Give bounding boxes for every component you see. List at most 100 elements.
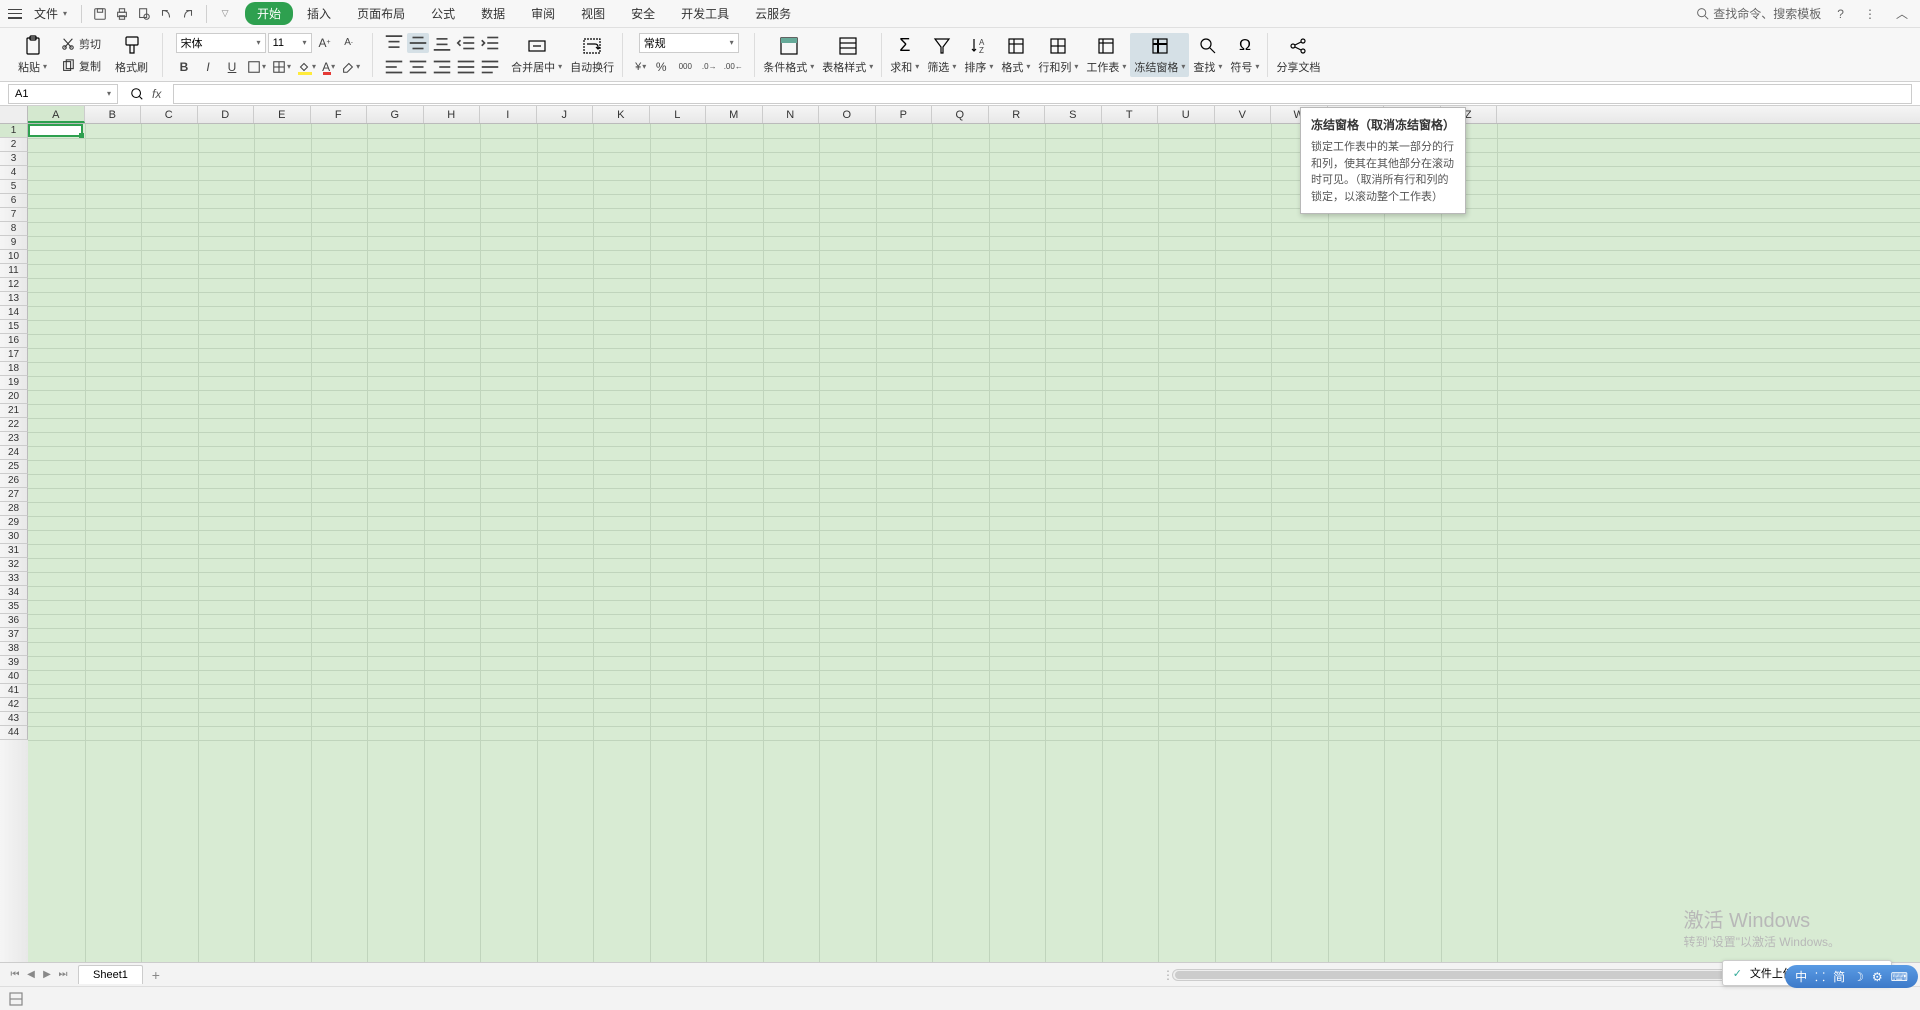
justify-icon[interactable] <box>455 57 477 77</box>
number-format-combo[interactable]: 常规▾ <box>639 33 739 53</box>
sheet-next-icon[interactable]: ▶ <box>40 968 54 982</box>
clear-button[interactable]: ▾ <box>339 57 362 77</box>
column-header[interactable]: S <box>1045 106 1102 123</box>
tab-formulas[interactable]: 公式 <box>419 1 467 26</box>
format-button[interactable]: 格式▾ <box>997 33 1034 77</box>
redo-icon[interactable] <box>178 4 198 24</box>
sheet-last-icon[interactable]: ⏭ <box>56 968 70 982</box>
decrease-decimal-icon[interactable]: .00← <box>722 57 744 77</box>
row-header[interactable]: 22 <box>0 418 28 432</box>
tab-review[interactable]: 审阅 <box>519 1 567 26</box>
row-header[interactable]: 16 <box>0 334 28 348</box>
row-header[interactable]: 40 <box>0 670 28 684</box>
distribute-icon[interactable] <box>479 57 501 77</box>
formula-input[interactable] <box>173 84 1912 104</box>
sheet-first-icon[interactable]: ⏮ <box>8 968 22 982</box>
ime-bar[interactable]: 中 ⸬ 简 ☽ ⚙ ⌨ <box>1785 965 1918 988</box>
row-header[interactable]: 13 <box>0 292 28 306</box>
tab-data[interactable]: 数据 <box>469 1 517 26</box>
sort-button[interactable]: AZ 排序▾ <box>960 33 997 77</box>
row-header[interactable]: 29 <box>0 516 28 530</box>
column-header[interactable]: E <box>254 106 311 123</box>
ime-moon-icon[interactable]: ☽ <box>1853 970 1864 984</box>
share-button[interactable]: 分享文档 <box>1272 33 1324 77</box>
row-header[interactable]: 18 <box>0 362 28 376</box>
ime-simp[interactable]: 简 <box>1833 968 1845 985</box>
ime-keyboard-icon[interactable]: ⌨ <box>1891 970 1908 984</box>
row-header[interactable]: 39 <box>0 656 28 670</box>
row-header[interactable]: 43 <box>0 712 28 726</box>
column-header[interactable]: D <box>198 106 255 123</box>
print-preview-icon[interactable] <box>134 4 154 24</box>
cut-button[interactable]: 剪切 <box>55 34 107 54</box>
copy-button[interactable]: 复制 <box>55 56 107 76</box>
add-sheet-button[interactable]: + <box>147 966 165 984</box>
column-header[interactable]: U <box>1158 106 1215 123</box>
ime-lang[interactable]: 中 <box>1795 968 1807 985</box>
tab-view[interactable]: 视图 <box>569 1 617 26</box>
row-header[interactable]: 1 <box>0 124 28 138</box>
row-header[interactable]: 26 <box>0 474 28 488</box>
row-header[interactable]: 7 <box>0 208 28 222</box>
font-name-combo[interactable]: 宋体▾ <box>176 33 266 53</box>
row-header[interactable]: 38 <box>0 642 28 656</box>
column-header[interactable]: O <box>819 106 876 123</box>
underline-button[interactable]: U <box>221 57 243 77</box>
column-header[interactable]: F <box>311 106 368 123</box>
row-header[interactable]: 33 <box>0 572 28 586</box>
column-header[interactable]: R <box>989 106 1046 123</box>
column-header[interactable]: K <box>593 106 650 123</box>
filter-button[interactable]: 筛选▾ <box>923 33 960 77</box>
row-header[interactable]: 9 <box>0 236 28 250</box>
wrap-text-button[interactable]: 自动换行 <box>566 33 618 77</box>
more-icon[interactable]: ⋮ <box>1860 7 1880 21</box>
ime-gear-icon[interactable]: ⚙ <box>1872 970 1883 984</box>
column-header[interactable]: M <box>706 106 763 123</box>
row-header[interactable]: 14 <box>0 306 28 320</box>
row-header[interactable]: 42 <box>0 698 28 712</box>
cell-style-button[interactable]: ▾ <box>270 57 293 77</box>
tab-home[interactable]: 开始 <box>245 2 293 25</box>
merge-center-button[interactable]: 合并居中▾ <box>507 33 566 77</box>
row-header[interactable]: 17 <box>0 348 28 362</box>
font-color-button[interactable]: A▾ <box>320 57 337 77</box>
tab-developer[interactable]: 开发工具 <box>669 1 741 26</box>
row-col-button[interactable]: 行和列▾ <box>1034 33 1082 77</box>
conditional-format-button[interactable]: 条件格式▾ <box>759 33 818 77</box>
border-button[interactable]: ▾ <box>245 57 268 77</box>
column-header[interactable]: T <box>1102 106 1159 123</box>
column-header[interactable]: N <box>763 106 820 123</box>
column-header[interactable]: P <box>876 106 933 123</box>
increase-font-icon[interactable]: A+ <box>314 33 336 53</box>
sheet-prev-icon[interactable]: ◀ <box>24 968 38 982</box>
search-box[interactable]: 查找命令、搜索模板 <box>1696 5 1821 22</box>
row-header[interactable]: 36 <box>0 614 28 628</box>
sum-button[interactable]: Σ 求和▾ <box>886 33 923 77</box>
row-header[interactable]: 19 <box>0 376 28 390</box>
row-header[interactable]: 11 <box>0 264 28 278</box>
fill-color-button[interactable]: ▾ <box>295 57 318 77</box>
italic-button[interactable]: I <box>197 57 219 77</box>
comma-button[interactable]: 000 <box>674 57 696 77</box>
column-header[interactable]: I <box>480 106 537 123</box>
print-icon[interactable] <box>112 4 132 24</box>
row-header[interactable]: 32 <box>0 558 28 572</box>
row-header[interactable]: 30 <box>0 530 28 544</box>
save-icon[interactable] <box>90 4 110 24</box>
file-menu[interactable]: 文件 ▾ <box>28 5 73 22</box>
row-header[interactable]: 24 <box>0 446 28 460</box>
name-box[interactable]: A1 ▾ <box>8 84 118 104</box>
cells-area[interactable] <box>28 124 1920 962</box>
column-header[interactable]: H <box>424 106 481 123</box>
align-top-icon[interactable] <box>383 33 405 53</box>
decrease-indent-icon[interactable] <box>455 33 477 53</box>
column-header[interactable]: A <box>28 106 85 123</box>
column-header[interactable]: G <box>367 106 424 123</box>
select-all-corner[interactable] <box>0 106 28 123</box>
row-header[interactable]: 37 <box>0 628 28 642</box>
qat-customize-icon[interactable]: ▽ <box>215 4 235 24</box>
ime-punct[interactable]: ⸬ <box>1815 968 1825 985</box>
status-mode-icon[interactable] <box>8 991 24 1007</box>
percent-button[interactable]: % <box>650 57 672 77</box>
zoom-icon[interactable] <box>130 87 144 101</box>
